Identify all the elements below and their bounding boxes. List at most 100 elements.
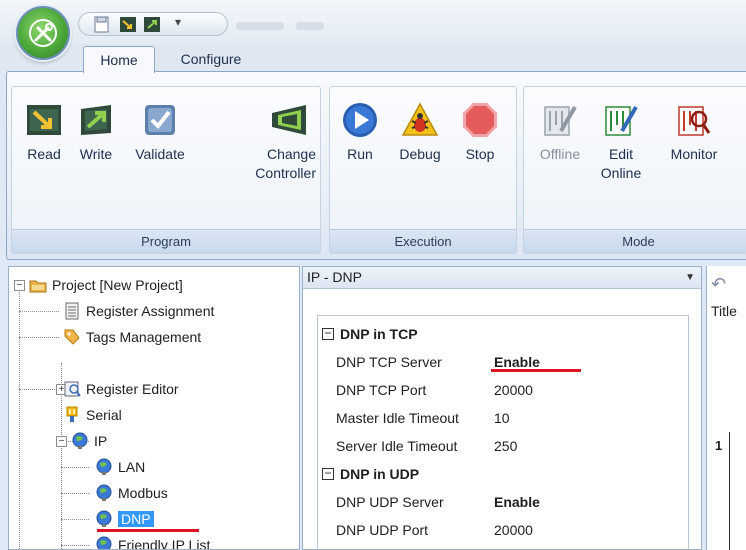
property-category-dnp-tcp[interactable]: − DNP in TCP — [318, 320, 688, 348]
ribbon-tab-row: Home Configure — [0, 44, 746, 73]
tree-item-ip[interactable]: IP — [71, 431, 107, 451]
monitor-label: Monitor — [670, 146, 718, 162]
write-label: Write — [79, 146, 113, 162]
program-group-label: Program — [12, 229, 320, 253]
property-category-dnp-udp[interactable]: − DNP in UDP — [318, 460, 688, 488]
property-row-dnp-tcp-port[interactable]: DNP TCP Port 20000 — [318, 376, 688, 404]
tree-connector — [61, 493, 89, 494]
globe-icon — [96, 458, 112, 475]
tree-item-modbus[interactable]: Modbus — [95, 483, 168, 503]
property-pane: IP - DNP ▼ − DNP in TCP DNP TCP Server E… — [302, 266, 702, 550]
collapse-category-icon[interactable]: − — [322, 327, 334, 340]
register-assignment-icon — [65, 302, 79, 320]
blurred-title-text — [236, 22, 284, 30]
write-icon[interactable] — [143, 16, 161, 33]
tree-item-lan[interactable]: LAN — [95, 457, 145, 477]
read-icon[interactable] — [119, 16, 137, 33]
edit-online-icon — [605, 105, 638, 136]
debug-label: Debug — [399, 146, 441, 162]
run-button[interactable]: Run — [338, 101, 382, 164]
change-controller-button[interactable]: Change Controller — [212, 101, 316, 183]
validate-label: Validate — [135, 146, 185, 162]
tree-item-friendly-ip-list[interactable]: Friendly IP List — [95, 535, 211, 550]
red-annotation-underline — [491, 369, 581, 372]
tab-home[interactable]: Home — [83, 46, 155, 73]
tree-item-dnp[interactable]: DNP — [95, 509, 154, 529]
property-row-dnp-udp-port[interactable]: DNP UDP Port 20000 — [318, 516, 688, 544]
tree-item-register-editor[interactable]: Register Editor — [63, 379, 179, 399]
stop-icon — [463, 103, 497, 137]
program-group: Read Write Validate Change Controller Pr… — [11, 86, 321, 254]
tree-item-serial[interactable]: Serial — [63, 405, 122, 425]
debug-icon — [401, 102, 439, 136]
read-label: Read — [27, 146, 61, 162]
collapse-toggle-icon[interactable]: − — [56, 436, 67, 447]
debug-button[interactable]: Debug — [392, 101, 448, 164]
project-tree: − + − Project [New Project] Register Ass… — [8, 266, 300, 550]
globe-icon — [96, 484, 112, 501]
ladder-rail — [729, 432, 730, 550]
quick-access-toolbar: ▾ — [78, 12, 228, 36]
mode-group: Offline Edit Online Monitor Mode — [523, 86, 746, 254]
tree-item-label: Register Editor — [86, 381, 179, 397]
property-row-master-idle-timeout[interactable]: Master Idle Timeout 10 — [318, 404, 688, 432]
edit-online-button[interactable]: Edit Online — [594, 101, 648, 183]
customize-toolbar-icon[interactable]: ▾ — [171, 15, 185, 32]
tree-item-label: Friendly IP List — [118, 537, 211, 550]
tree-item-label: LAN — [118, 459, 146, 475]
property-value[interactable]: 250 — [494, 432, 517, 460]
monitor-button[interactable]: Monitor — [658, 101, 730, 164]
offline-button[interactable]: Offline — [532, 101, 588, 164]
property-value[interactable]: Enable — [494, 488, 540, 516]
property-value[interactable]: 20000 — [494, 516, 533, 544]
run-label: Run — [347, 146, 373, 162]
property-value[interactable]: 20000 — [494, 376, 533, 404]
tree-item-tags-management[interactable]: Tags Management — [63, 327, 201, 347]
validate-icon — [145, 105, 175, 135]
property-pane-header[interactable]: IP - DNP ▼ — [303, 267, 701, 289]
tree-item-label: Serial — [86, 407, 122, 423]
read-button[interactable]: Read — [20, 101, 68, 164]
monitor-icon — [678, 106, 711, 136]
execution-group: Run Debug Stop Execution — [329, 86, 517, 254]
ribbon: Read Write Validate Change Controller Pr… — [6, 71, 746, 260]
property-row-server-idle-timeout[interactable]: Server Idle Timeout 250 — [318, 432, 688, 460]
property-row-dnp-udp-server[interactable]: DNP UDP Server Enable — [318, 488, 688, 516]
tag-icon — [64, 329, 80, 345]
validate-button[interactable]: Validate — [124, 101, 196, 164]
tree-item-register-assignment[interactable]: Register Assignment — [63, 301, 214, 321]
collapse-toggle-icon[interactable]: − — [14, 280, 25, 291]
globe-icon — [96, 510, 112, 527]
undo-icon[interactable]: ↶ — [711, 274, 726, 295]
new-file-icon[interactable] — [93, 16, 111, 33]
collapse-category-icon[interactable]: − — [322, 467, 334, 480]
rung-number: 1 — [715, 438, 723, 453]
mode-group-label: Mode — [524, 229, 746, 253]
write-button[interactable]: Write — [72, 101, 120, 164]
tree-connector — [19, 311, 59, 312]
tree-connector — [61, 545, 89, 546]
ip-globe-icon — [72, 432, 88, 449]
column-header-title: Title — [711, 303, 737, 319]
property-value[interactable]: 10 — [494, 404, 510, 432]
property-grid: − DNP in TCP DNP TCP Server Enable DNP T… — [317, 315, 689, 550]
tree-connector — [19, 337, 59, 338]
register-editor-icon — [64, 381, 81, 397]
offline-label: Offline — [539, 146, 581, 162]
run-icon — [343, 103, 377, 137]
stop-label: Stop — [465, 146, 495, 162]
ladder-editor-pane: ↶ Title 1 — [706, 266, 746, 550]
tab-configure[interactable]: Configure — [163, 46, 259, 73]
property-pane-title: IP - DNP — [307, 269, 362, 285]
tree-item-project[interactable]: Project [New Project] — [29, 275, 183, 295]
red-annotation-underline — [97, 529, 199, 532]
write-icon — [81, 105, 111, 135]
tools-icon — [29, 19, 57, 47]
stop-button[interactable]: Stop — [456, 101, 504, 164]
application-orb-button[interactable] — [16, 6, 70, 60]
tree-connector — [19, 281, 20, 549]
dropdown-arrow-icon[interactable]: ▼ — [685, 267, 695, 288]
tree-item-label: Register Assignment — [86, 303, 215, 319]
tree-item-label: Modbus — [118, 485, 168, 501]
tree-item-label: Project [New Project] — [52, 277, 183, 293]
